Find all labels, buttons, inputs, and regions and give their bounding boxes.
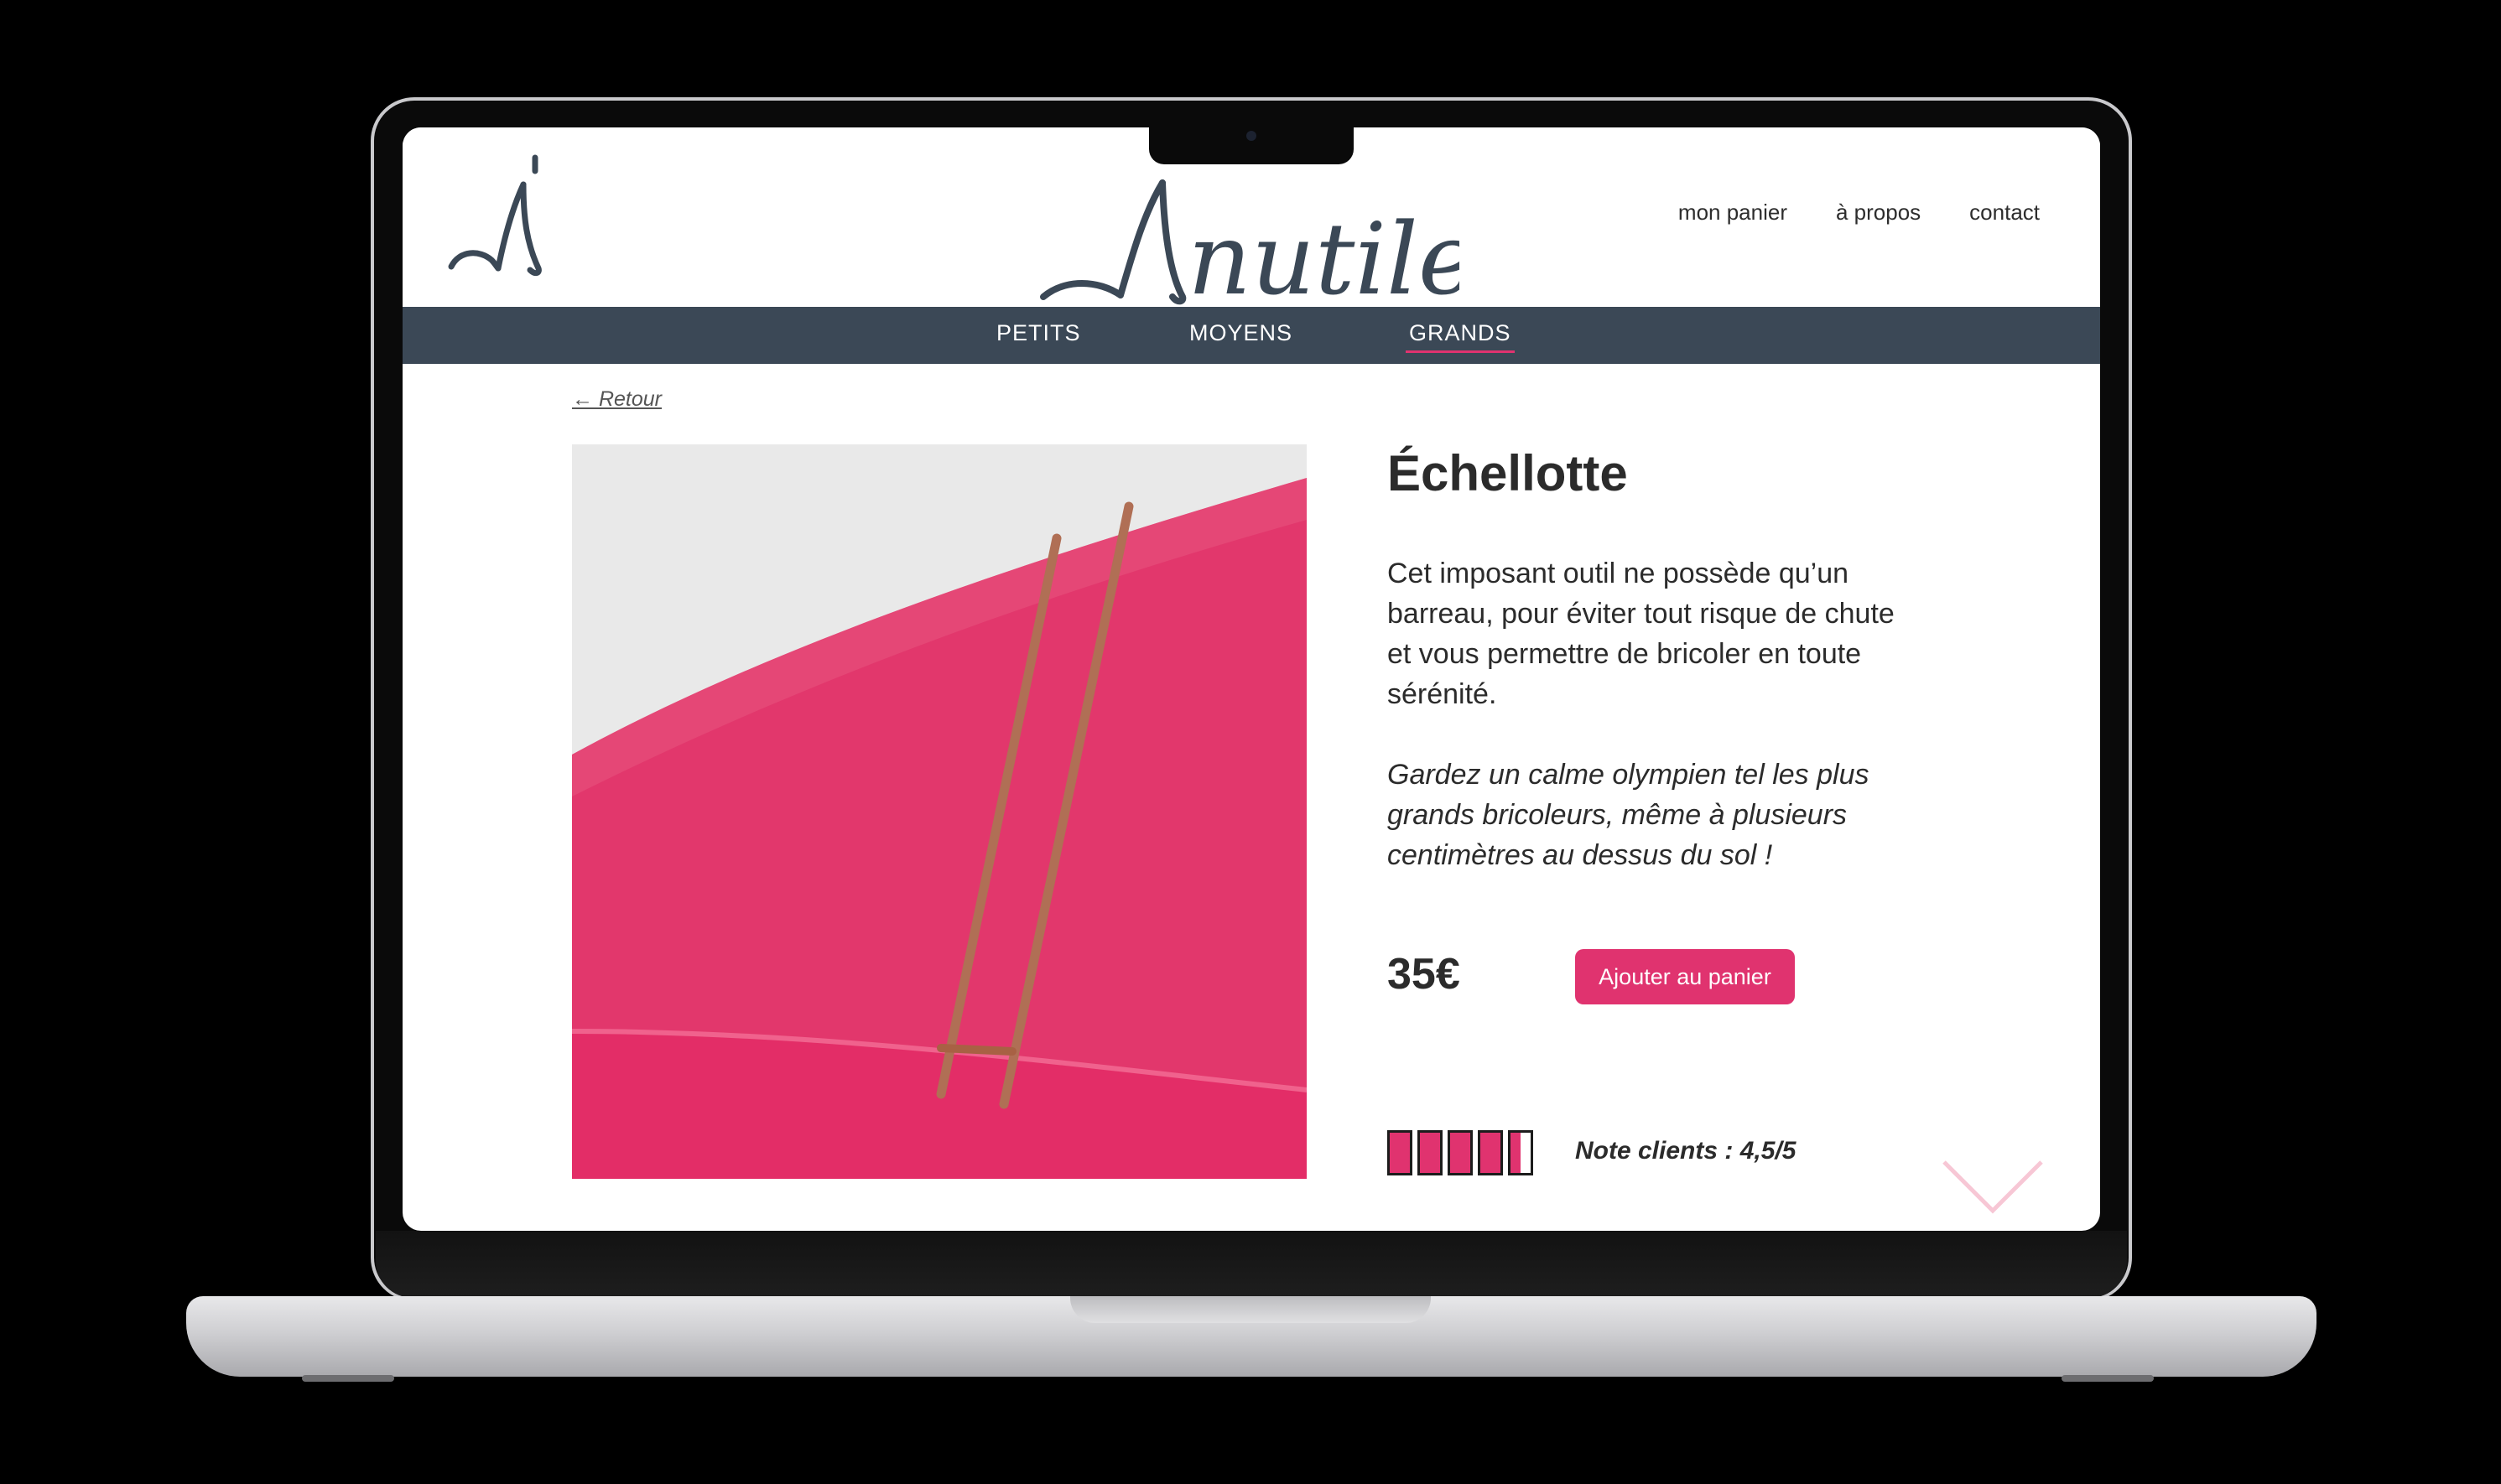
product-price: 35€ <box>1387 950 1460 999</box>
camera-icon <box>1246 131 1256 141</box>
back-link[interactable]: ← Retour <box>572 387 662 412</box>
product-description: Cet imposant outil ne possède qu’un barr… <box>1387 558 1895 710</box>
product-title: Échellotte <box>1387 445 1628 501</box>
browser-screen: nutile mon panier à propos contact PETIT… <box>403 127 2100 1231</box>
laptop-foot-left <box>302 1375 394 1382</box>
product-tagline: Gardez un calme olympien tel les plus gr… <box>1387 759 1869 871</box>
top-nav: mon panier à propos contact <box>1678 200 2040 226</box>
tab-moyens[interactable]: MOYENS <box>1189 320 1292 346</box>
tab-petits[interactable]: PETITS <box>996 320 1081 346</box>
rating-star-2 <box>1417 1130 1443 1175</box>
logo-small-icon[interactable] <box>443 151 560 285</box>
product-image <box>572 444 1307 1179</box>
tab-grands[interactable]: GRANDS <box>1406 320 1515 353</box>
laptop-foot-right <box>2062 1375 2154 1382</box>
rating-star-3 <box>1448 1130 1473 1175</box>
laptop-opening-groove <box>1070 1296 1431 1323</box>
logo-wordmark-icon[interactable]: nutile <box>1040 171 1459 305</box>
nav-link-cart[interactable]: mon panier <box>1678 200 1787 226</box>
rating-label: Note clients : 4,5/5 <box>1575 1137 1796 1165</box>
chevron-down-icon[interactable] <box>1941 1159 2045 1216</box>
nav-link-about[interactable]: à propos <box>1836 200 1921 226</box>
rating-stars <box>1387 1130 1533 1175</box>
svg-text:nutile: nutile <box>1188 201 1459 305</box>
add-to-cart-button[interactable]: Ajouter au panier <box>1575 949 1795 1004</box>
nav-link-contact[interactable]: contact <box>1969 200 2040 226</box>
category-bar: PETITS MOYENS GRANDS <box>403 307 2100 364</box>
rating-star-4 <box>1478 1130 1503 1175</box>
laptop-chin <box>376 1231 2127 1298</box>
laptop-mockup: nutile mon panier à propos contact PETIT… <box>0 0 2501 1484</box>
rating-star-1 <box>1387 1130 1412 1175</box>
rating-star-5 <box>1508 1130 1533 1175</box>
